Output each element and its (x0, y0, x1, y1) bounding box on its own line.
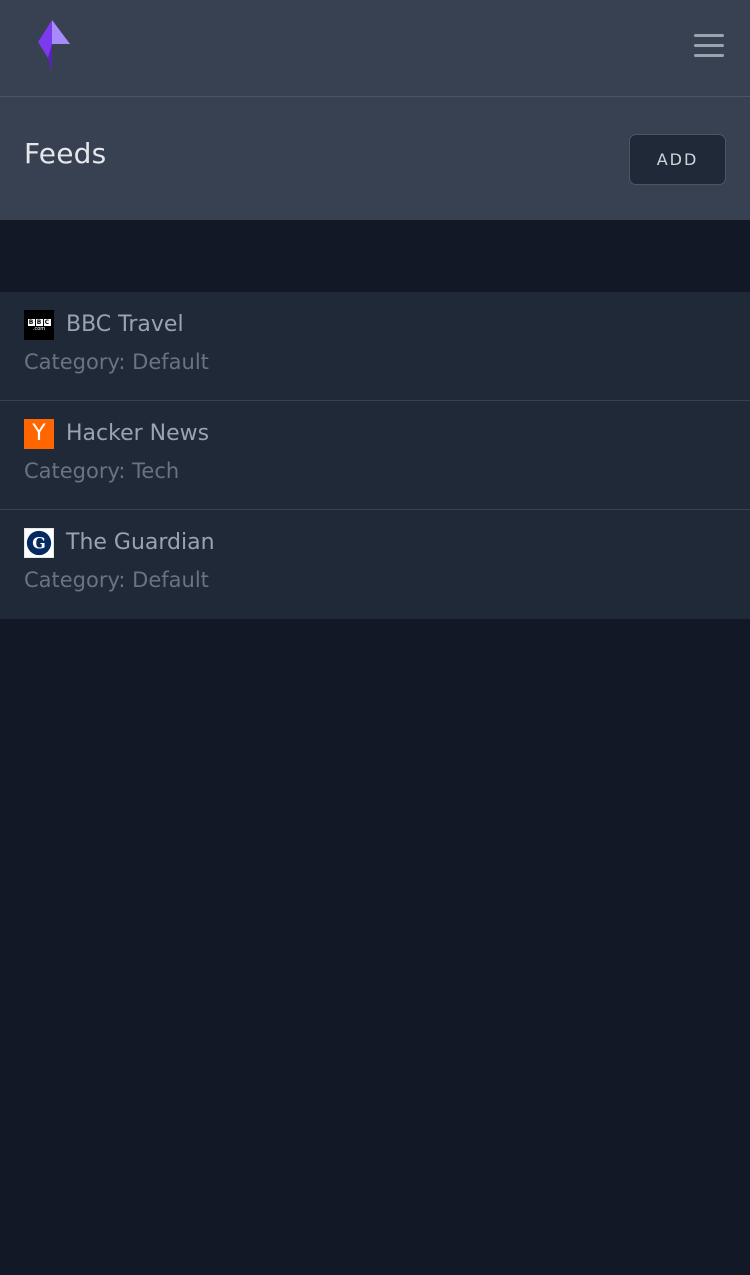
feed-name: The Guardian (66, 530, 215, 555)
feed-name: Hacker News (66, 421, 210, 446)
feed-name: BBC Travel (66, 312, 184, 337)
add-feed-button[interactable]: ADD (629, 134, 726, 185)
feed-category: Category: Tech (24, 459, 180, 483)
feed-item-the-guardian[interactable]: G The Guardian Category: Default (0, 510, 750, 619)
feed-item-hacker-news[interactable]: Y Hacker News Category: Tech (0, 401, 750, 510)
top-navigation-bar (0, 0, 750, 97)
feed-category: Category: Default (24, 350, 209, 374)
bbc-favicon-icon: B B C .com (24, 310, 54, 340)
page-title: Feeds (24, 137, 107, 170)
feed-list: B B C .com BBC Travel Category: Default Y… (0, 292, 750, 619)
feed-item-bbc-travel[interactable]: B B C .com BBC Travel Category: Default (0, 292, 750, 401)
hamburger-menu-icon[interactable] (694, 34, 724, 62)
hacker-news-favicon-icon: Y (24, 419, 54, 449)
spacer (0, 220, 750, 292)
guardian-favicon-icon: G (24, 528, 54, 558)
app-logo[interactable] (35, 18, 73, 76)
feed-category: Category: Default (24, 568, 209, 592)
svg-text:G: G (32, 534, 46, 553)
page-header: Feeds ADD (0, 97, 750, 220)
